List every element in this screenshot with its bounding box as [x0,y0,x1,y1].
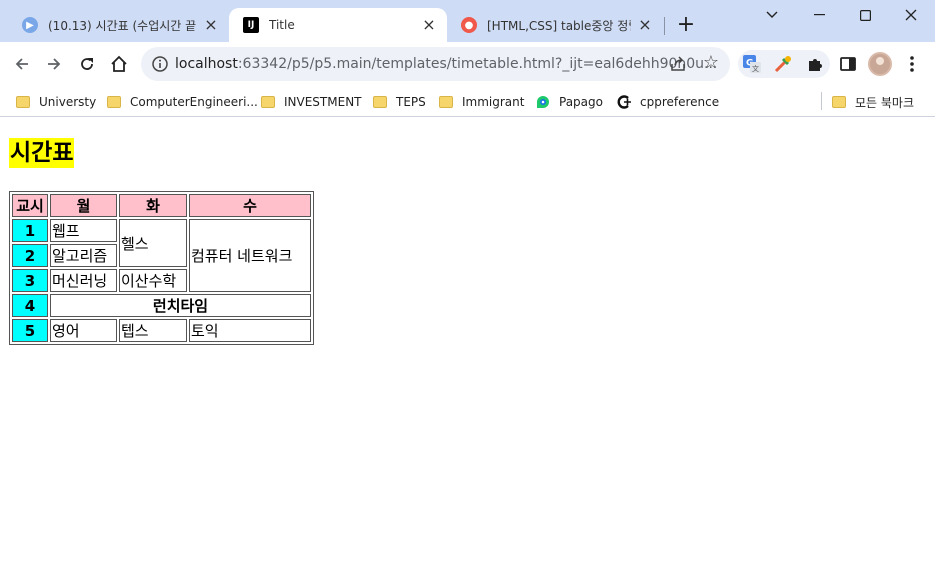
bookmark-teps[interactable]: TEPS [373,92,426,112]
extensions-group: G文 [738,50,830,78]
puzzle-icon[interactable] [806,55,824,73]
folder-icon [439,96,453,108]
cell-p4-lunch: 런치타임 [50,294,311,317]
cell-p1-tue: 헬스 [119,219,187,267]
avatar[interactable] [868,52,892,76]
url-path: :63342/p5/p5.main/templates/timetable.ht… [237,56,718,72]
cell-p3-mon: 머신러닝 [50,269,117,292]
page-content: 시간표 교시 월 화 수 1 웹프 헬스 컴퓨터 네트워크 2 알고리즘 3 머… [0,118,935,576]
cell-p5-tue: 텝스 [119,319,187,342]
bookmark-label: cppreference [640,95,720,109]
cell-p2-mon: 알고리즘 [50,244,117,267]
arrow-right-icon [48,58,61,70]
reload-button[interactable] [73,50,101,78]
tab-search-button[interactable] [749,0,795,30]
table-row: 1 웹프 헬스 컴퓨터 네트워크 [12,219,311,292]
new-tab-button[interactable]: + [674,14,698,38]
google-translate-icon[interactable]: G文 [743,55,761,73]
header-mon: 월 [50,194,117,217]
cell-p5-wed: 토익 [189,319,311,342]
svg-text:文: 文 [752,64,759,73]
header-wed: 수 [189,194,311,217]
bookmark-label: Universty [39,95,97,109]
close-icon [905,9,917,21]
tab-strip: ▶ (10.13) 시간표 (수업시간 끝 × IJ Title × ● [HT… [0,0,935,42]
tab-separator [664,17,665,35]
close-tab-icon[interactable]: × [203,17,219,33]
bookmark-papago[interactable]: Papago [535,92,603,112]
reload-icon [81,58,93,70]
bookmarks-bar: Universty ComputerEngineeri... INVESTMEN… [0,86,935,117]
tab-favicon-icon: ▶ [22,17,38,33]
folder-icon [16,96,30,108]
bookmark-label: TEPS [396,95,426,109]
more-menu-icon[interactable] [902,54,922,74]
bookmarks-separator [821,92,822,110]
tab-html-css-table[interactable]: ● [HTML,CSS] table중앙 정렬 × [447,8,663,42]
bookmark-star-icon[interactable]: ☆ [701,53,721,73]
bookmark-label: Papago [559,95,603,109]
close-window-button[interactable] [888,0,934,30]
period-1: 1 [12,219,48,242]
table-row: 4 런치타임 [12,294,311,317]
bookmark-label: INVESTMENT [284,95,362,109]
period-5: 5 [12,319,48,342]
timetable: 교시 월 화 수 1 웹프 헬스 컴퓨터 네트워크 2 알고리즘 3 머신러닝 … [9,191,314,345]
close-tab-icon[interactable]: × [421,17,437,33]
cell-p1-mon: 웹프 [50,219,117,242]
bookmark-cppreference[interactable]: cppreference [616,92,719,112]
bookmark-label: 모든 북마크 [855,95,915,110]
page-title: 시간표 [9,138,75,168]
intellij-icon: IJ [243,17,259,33]
address-url[interactable]: localhost:63342/p5/p5.main/templates/tim… [175,56,717,72]
papago-icon [537,96,549,108]
minimize-icon [813,14,825,16]
folder-icon [261,96,275,108]
maximize-icon [859,9,871,21]
bookmark-investment[interactable]: INVESTMENT [261,92,362,112]
minimize-button[interactable] [796,0,842,30]
bookmark-computer-engineering[interactable]: ComputerEngineeri... [107,92,258,112]
table-header-row: 교시 월 화 수 [12,194,311,217]
period-2: 2 [12,244,48,267]
address-bar[interactable]: localhost:63342/p5/p5.main/templates/tim… [141,47,730,81]
cell-p3-tue: 이산수학 [119,269,187,292]
home-icon [111,55,127,72]
back-button[interactable] [8,50,36,78]
maximize-button[interactable] [842,0,888,30]
side-panel-icon[interactable] [838,54,858,74]
close-tab-icon[interactable]: × [637,17,653,33]
cell-p1-wed: 컴퓨터 네트워크 [189,219,311,292]
tab-timetable-lecture[interactable]: ▶ (10.13) 시간표 (수업시간 끝 × [8,8,229,42]
info-icon[interactable] [151,55,169,73]
tab-favicon-icon: ● [461,17,477,33]
url-host: localhost [175,56,238,72]
header-period: 교시 [12,194,48,217]
period-3: 3 [12,269,48,292]
color-picker-icon[interactable] [774,55,792,73]
forward-button[interactable] [40,50,68,78]
share-icon[interactable] [669,55,687,73]
tab-title: Title [269,18,295,32]
tab-title: (10.13) 시간표 (수업시간 끝 [48,18,197,33]
folder-icon [107,96,121,108]
period-4: 4 [12,294,48,317]
folder-icon [373,96,387,108]
cppreference-icon [617,95,631,109]
bookmark-universty[interactable]: Universty [16,92,96,112]
cell-p5-mon: 영어 [50,319,117,342]
arrow-left-icon [15,58,28,70]
folder-icon [832,96,846,108]
bookmark-label: ComputerEngineeri... [130,95,258,109]
tab-title-active[interactable]: IJ Title × [229,8,447,42]
browser-toolbar: localhost:63342/p5/p5.main/templates/tim… [0,42,935,86]
tab-title: [HTML,CSS] table중앙 정렬 [487,18,631,33]
bookmark-all-bookmarks[interactable]: 모든 북마크 [832,92,914,112]
home-button[interactable] [105,50,133,78]
table-row: 5 영어 텝스 토익 [12,319,311,342]
chevron-down-icon [766,11,778,18]
header-tue: 화 [119,194,187,217]
bookmark-immigrant[interactable]: Immigrant [439,92,524,112]
bookmark-label: Immigrant [462,95,525,109]
